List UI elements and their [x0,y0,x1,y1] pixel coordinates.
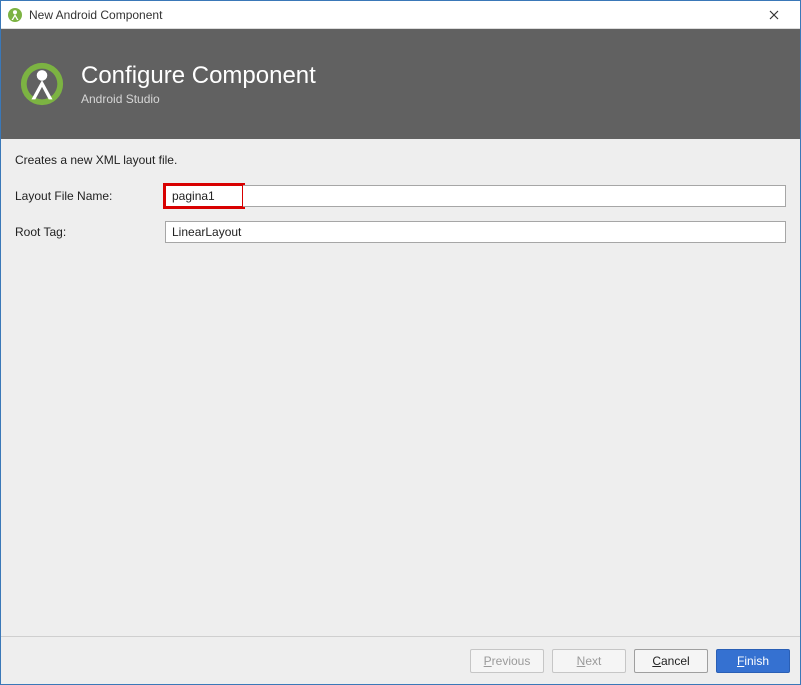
header-title: Configure Component [81,62,316,90]
titlebar: New Android Component [1,1,800,29]
android-studio-logo-icon [19,61,65,107]
cancel-button[interactable]: Cancel [634,649,708,673]
root-tag-row: Root Tag: [15,221,786,243]
finish-button[interactable]: Finish [716,649,790,673]
close-button[interactable] [754,1,794,29]
previous-button: Previous [470,649,544,673]
layout-file-name-input[interactable] [165,185,243,207]
root-tag-input-wrap [165,221,786,243]
layout-file-name-highlight [165,185,243,207]
wizard-header: Configure Component Android Studio [1,29,800,139]
window-title: New Android Component [29,8,754,22]
android-studio-icon [7,7,23,23]
next-button: Next [552,649,626,673]
header-text-group: Configure Component Android Studio [81,62,316,106]
layout-file-name-input-tail [243,185,786,207]
description-text: Creates a new XML layout file. [15,153,786,167]
dialog-window: New Android Component Configure Componen… [0,0,801,685]
wizard-footer: Previous Next Cancel Finish [1,636,800,684]
root-tag-input[interactable] [165,221,786,243]
layout-file-name-row: Layout File Name: [15,185,786,207]
header-subtitle: Android Studio [81,92,316,106]
layout-file-name-label: Layout File Name: [15,189,165,203]
root-tag-label: Root Tag: [15,225,165,239]
form-body: Creates a new XML layout file. Layout Fi… [1,139,800,636]
